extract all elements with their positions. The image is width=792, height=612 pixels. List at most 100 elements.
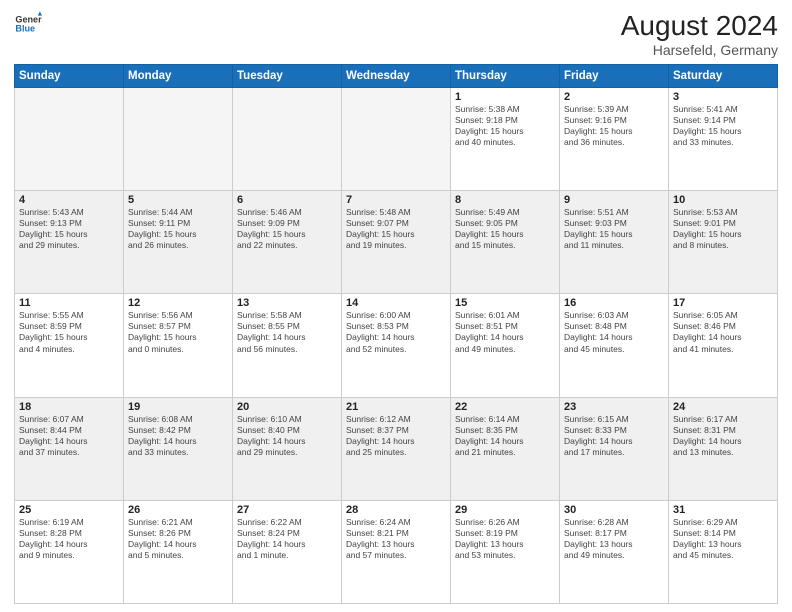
calendar-cell: 9Sunrise: 5:51 AM Sunset: 9:03 PM Daylig… [560, 191, 669, 294]
col-header-sunday: Sunday [15, 65, 124, 88]
calendar-cell: 10Sunrise: 5:53 AM Sunset: 9:01 PM Dayli… [669, 191, 778, 294]
day-info: Sunrise: 5:55 AM Sunset: 8:59 PM Dayligh… [19, 310, 119, 354]
day-number: 26 [128, 504, 228, 516]
col-header-wednesday: Wednesday [342, 65, 451, 88]
day-number: 9 [564, 194, 664, 206]
day-number: 19 [128, 401, 228, 413]
calendar-cell: 22Sunrise: 6:14 AM Sunset: 8:35 PM Dayli… [451, 397, 560, 500]
col-header-tuesday: Tuesday [233, 65, 342, 88]
day-number: 18 [19, 401, 119, 413]
logo-icon: General Blue [14, 10, 42, 38]
day-number: 5 [128, 194, 228, 206]
day-number: 25 [19, 504, 119, 516]
day-info: Sunrise: 6:21 AM Sunset: 8:26 PM Dayligh… [128, 517, 228, 561]
calendar-cell: 19Sunrise: 6:08 AM Sunset: 8:42 PM Dayli… [124, 397, 233, 500]
day-info: Sunrise: 6:05 AM Sunset: 8:46 PM Dayligh… [673, 310, 773, 354]
day-info: Sunrise: 5:39 AM Sunset: 9:16 PM Dayligh… [564, 104, 664, 148]
calendar-cell: 28Sunrise: 6:24 AM Sunset: 8:21 PM Dayli… [342, 500, 451, 603]
calendar-cell: 30Sunrise: 6:28 AM Sunset: 8:17 PM Dayli… [560, 500, 669, 603]
calendar-cell: 8Sunrise: 5:49 AM Sunset: 9:05 PM Daylig… [451, 191, 560, 294]
calendar-cell: 26Sunrise: 6:21 AM Sunset: 8:26 PM Dayli… [124, 500, 233, 603]
day-info: Sunrise: 5:49 AM Sunset: 9:05 PM Dayligh… [455, 207, 555, 251]
day-info: Sunrise: 5:41 AM Sunset: 9:14 PM Dayligh… [673, 104, 773, 148]
col-header-thursday: Thursday [451, 65, 560, 88]
calendar-cell [124, 88, 233, 191]
calendar-cell: 16Sunrise: 6:03 AM Sunset: 8:48 PM Dayli… [560, 294, 669, 397]
location-title: Harsefeld, Germany [621, 42, 778, 58]
calendar-header-row: SundayMondayTuesdayWednesdayThursdayFrid… [15, 65, 778, 88]
calendar-cell: 3Sunrise: 5:41 AM Sunset: 9:14 PM Daylig… [669, 88, 778, 191]
title-block: August 2024 Harsefeld, Germany [621, 10, 778, 58]
day-info: Sunrise: 6:24 AM Sunset: 8:21 PM Dayligh… [346, 517, 446, 561]
col-header-monday: Monday [124, 65, 233, 88]
calendar-week-row: 18Sunrise: 6:07 AM Sunset: 8:44 PM Dayli… [15, 397, 778, 500]
calendar-cell: 18Sunrise: 6:07 AM Sunset: 8:44 PM Dayli… [15, 397, 124, 500]
day-info: Sunrise: 6:26 AM Sunset: 8:19 PM Dayligh… [455, 517, 555, 561]
day-number: 7 [346, 194, 446, 206]
calendar-cell: 21Sunrise: 6:12 AM Sunset: 8:37 PM Dayli… [342, 397, 451, 500]
calendar-cell: 5Sunrise: 5:44 AM Sunset: 9:11 PM Daylig… [124, 191, 233, 294]
calendar-cell: 4Sunrise: 5:43 AM Sunset: 9:13 PM Daylig… [15, 191, 124, 294]
calendar-cell: 27Sunrise: 6:22 AM Sunset: 8:24 PM Dayli… [233, 500, 342, 603]
day-info: Sunrise: 5:56 AM Sunset: 8:57 PM Dayligh… [128, 310, 228, 354]
col-header-friday: Friday [560, 65, 669, 88]
day-info: Sunrise: 6:28 AM Sunset: 8:17 PM Dayligh… [564, 517, 664, 561]
day-info: Sunrise: 6:17 AM Sunset: 8:31 PM Dayligh… [673, 414, 773, 458]
month-year-title: August 2024 [621, 10, 778, 42]
calendar-cell: 23Sunrise: 6:15 AM Sunset: 8:33 PM Dayli… [560, 397, 669, 500]
calendar-week-row: 1Sunrise: 5:38 AM Sunset: 9:18 PM Daylig… [15, 88, 778, 191]
calendar-cell: 6Sunrise: 5:46 AM Sunset: 9:09 PM Daylig… [233, 191, 342, 294]
calendar-cell: 12Sunrise: 5:56 AM Sunset: 8:57 PM Dayli… [124, 294, 233, 397]
day-number: 2 [564, 91, 664, 103]
day-number: 29 [455, 504, 555, 516]
day-number: 1 [455, 91, 555, 103]
calendar-cell: 17Sunrise: 6:05 AM Sunset: 8:46 PM Dayli… [669, 294, 778, 397]
day-number: 12 [128, 297, 228, 309]
calendar-cell: 25Sunrise: 6:19 AM Sunset: 8:28 PM Dayli… [15, 500, 124, 603]
day-info: Sunrise: 6:08 AM Sunset: 8:42 PM Dayligh… [128, 414, 228, 458]
day-number: 10 [673, 194, 773, 206]
day-info: Sunrise: 5:51 AM Sunset: 9:03 PM Dayligh… [564, 207, 664, 251]
day-number: 4 [19, 194, 119, 206]
day-number: 14 [346, 297, 446, 309]
day-number: 22 [455, 401, 555, 413]
day-info: Sunrise: 6:00 AM Sunset: 8:53 PM Dayligh… [346, 310, 446, 354]
calendar-week-row: 4Sunrise: 5:43 AM Sunset: 9:13 PM Daylig… [15, 191, 778, 294]
day-info: Sunrise: 6:07 AM Sunset: 8:44 PM Dayligh… [19, 414, 119, 458]
calendar-cell [15, 88, 124, 191]
day-info: Sunrise: 5:46 AM Sunset: 9:09 PM Dayligh… [237, 207, 337, 251]
day-number: 23 [564, 401, 664, 413]
calendar-table: SundayMondayTuesdayWednesdayThursdayFrid… [14, 64, 778, 604]
calendar-cell: 11Sunrise: 5:55 AM Sunset: 8:59 PM Dayli… [15, 294, 124, 397]
day-info: Sunrise: 5:48 AM Sunset: 9:07 PM Dayligh… [346, 207, 446, 251]
day-number: 6 [237, 194, 337, 206]
calendar-cell: 31Sunrise: 6:29 AM Sunset: 8:14 PM Dayli… [669, 500, 778, 603]
day-info: Sunrise: 6:15 AM Sunset: 8:33 PM Dayligh… [564, 414, 664, 458]
calendar-cell: 7Sunrise: 5:48 AM Sunset: 9:07 PM Daylig… [342, 191, 451, 294]
day-number: 21 [346, 401, 446, 413]
calendar-cell [233, 88, 342, 191]
day-info: Sunrise: 6:03 AM Sunset: 8:48 PM Dayligh… [564, 310, 664, 354]
day-number: 31 [673, 504, 773, 516]
day-info: Sunrise: 5:53 AM Sunset: 9:01 PM Dayligh… [673, 207, 773, 251]
calendar-cell: 1Sunrise: 5:38 AM Sunset: 9:18 PM Daylig… [451, 88, 560, 191]
day-info: Sunrise: 6:29 AM Sunset: 8:14 PM Dayligh… [673, 517, 773, 561]
day-info: Sunrise: 6:22 AM Sunset: 8:24 PM Dayligh… [237, 517, 337, 561]
calendar-cell: 20Sunrise: 6:10 AM Sunset: 8:40 PM Dayli… [233, 397, 342, 500]
day-info: Sunrise: 6:14 AM Sunset: 8:35 PM Dayligh… [455, 414, 555, 458]
calendar-cell: 24Sunrise: 6:17 AM Sunset: 8:31 PM Dayli… [669, 397, 778, 500]
day-number: 11 [19, 297, 119, 309]
calendar-cell: 29Sunrise: 6:26 AM Sunset: 8:19 PM Dayli… [451, 500, 560, 603]
day-info: Sunrise: 6:01 AM Sunset: 8:51 PM Dayligh… [455, 310, 555, 354]
day-number: 17 [673, 297, 773, 309]
header: General Blue August 2024 Harsefeld, Germ… [14, 10, 778, 58]
calendar-cell: 2Sunrise: 5:39 AM Sunset: 9:16 PM Daylig… [560, 88, 669, 191]
day-info: Sunrise: 5:43 AM Sunset: 9:13 PM Dayligh… [19, 207, 119, 251]
day-number: 27 [237, 504, 337, 516]
day-number: 15 [455, 297, 555, 309]
day-number: 30 [564, 504, 664, 516]
day-info: Sunrise: 6:19 AM Sunset: 8:28 PM Dayligh… [19, 517, 119, 561]
day-info: Sunrise: 5:44 AM Sunset: 9:11 PM Dayligh… [128, 207, 228, 251]
svg-text:Blue: Blue [15, 24, 35, 34]
day-info: Sunrise: 6:12 AM Sunset: 8:37 PM Dayligh… [346, 414, 446, 458]
